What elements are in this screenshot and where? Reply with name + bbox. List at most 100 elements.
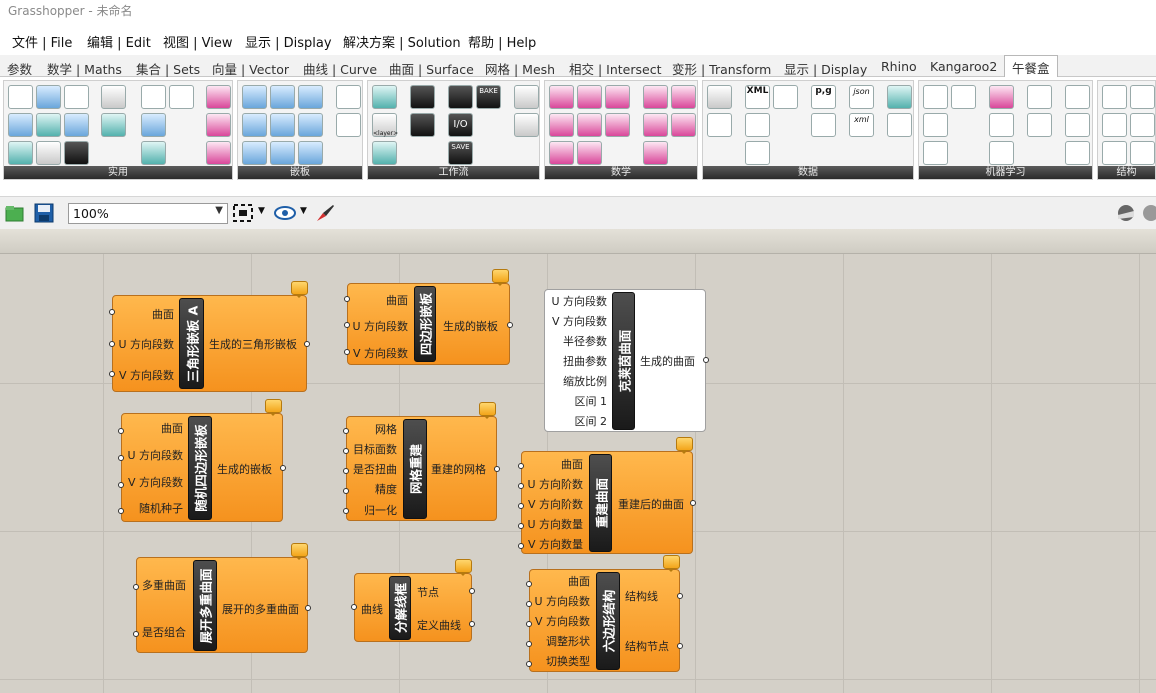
json-icon[interactable]: json (849, 85, 874, 109)
menu-display[interactable]: 显示 | Display (245, 32, 332, 51)
input-pin[interactable] (351, 604, 357, 610)
input-pin[interactable] (343, 468, 349, 474)
nodes-icon[interactable] (1027, 113, 1052, 137)
hex-struct-icon[interactable] (1102, 113, 1127, 137)
input-pin[interactable] (133, 584, 139, 590)
regression2-icon[interactable] (951, 85, 976, 109)
input-pin[interactable] (344, 349, 350, 355)
menu-file[interactable]: 文件 | File (12, 32, 72, 51)
save-icon[interactable]: SAVE (448, 141, 473, 165)
surface-icon[interactable] (36, 113, 61, 137)
torus-icon[interactable] (605, 85, 630, 109)
input-pin[interactable] (109, 309, 115, 315)
tab-intersect[interactable]: 相交 | Intersect (569, 59, 661, 78)
stagger-panel-icon[interactable] (298, 141, 323, 165)
bake-icon[interactable]: BAKE (476, 85, 501, 109)
pg-arrows-icon[interactable] (811, 113, 836, 137)
input-pin[interactable] (343, 428, 349, 434)
sketch-alt-icon[interactable] (1140, 203, 1156, 223)
output-pin[interactable] (677, 643, 683, 649)
x-icon[interactable] (514, 113, 539, 137)
klein-icon[interactable] (577, 141, 602, 165)
xml-out-icon[interactable]: XML (745, 85, 770, 109)
tab-sets[interactable]: 集合 | Sets (136, 59, 200, 78)
counter-icon[interactable] (141, 85, 166, 109)
tab-maths[interactable]: 数学 | Maths (47, 59, 122, 78)
save-file-icon[interactable] (33, 203, 55, 223)
input-pin[interactable] (118, 482, 124, 488)
spiral-icon[interactable] (605, 113, 630, 137)
linear-fit-icon[interactable] (923, 113, 948, 137)
io-icon[interactable]: I/O (448, 113, 473, 137)
tab-surface[interactable]: 曲面 | Surface (389, 59, 474, 78)
input-pin[interactable] (343, 508, 349, 514)
scatter-cluster-icon[interactable] (989, 141, 1014, 165)
output-pin[interactable] (703, 357, 709, 363)
menu-solution[interactable]: 解决方案 | Solution (343, 32, 461, 51)
layer-stack-icon[interactable] (372, 85, 397, 109)
ring-icon[interactable] (549, 141, 574, 165)
space-frame-icon[interactable] (1130, 141, 1155, 165)
table-numbers-icon[interactable] (707, 113, 732, 137)
x-up-dark-icon[interactable] (410, 113, 435, 137)
sphere-icon[interactable] (643, 85, 668, 109)
input-pin[interactable] (518, 523, 524, 529)
hex-panel-icon[interactable] (242, 113, 267, 137)
bar-chart-icon[interactable] (887, 85, 912, 109)
menu-view[interactable]: 视图 | View (163, 32, 233, 51)
input-pin[interactable] (344, 296, 350, 302)
points-icon[interactable] (64, 85, 89, 109)
checker-icon[interactable] (64, 141, 89, 165)
stack-arrow-icon[interactable] (372, 141, 397, 165)
hatch-icon[interactable] (101, 85, 126, 109)
tab-transform[interactable]: 变形 | Transform (672, 59, 771, 78)
output-pin[interactable] (677, 593, 683, 599)
dash-icon[interactable] (206, 85, 231, 109)
tab-display[interactable]: 显示 | Display (784, 59, 867, 78)
xml-arrow-icon[interactable] (745, 141, 770, 165)
input-pin[interactable] (526, 661, 532, 667)
preview-dropdown-icon[interactable]: ▼ (300, 206, 307, 216)
output-pin[interactable] (304, 341, 310, 347)
zoom-select[interactable]: 100% ▼ (68, 203, 228, 224)
octa-icon[interactable] (643, 113, 668, 137)
circle-points-icon[interactable] (206, 141, 231, 165)
tab-mesh[interactable]: 网格 | Mesh (485, 59, 555, 78)
diag-panel-icon[interactable] (270, 113, 295, 137)
input-pin[interactable] (526, 621, 532, 627)
tab-lunchbox[interactable]: 午餐盒 (1004, 55, 1058, 77)
x-up-icon[interactable] (514, 85, 539, 109)
sigmoid-icon[interactable] (923, 141, 948, 165)
tab-kangaroo2[interactable]: Kangaroo2 (930, 59, 997, 74)
star-surface-icon[interactable] (549, 85, 574, 109)
layers-icon[interactable] (36, 141, 61, 165)
dots-frame-icon[interactable] (336, 113, 361, 137)
xml-json-icon[interactable]: xml (849, 113, 874, 137)
preview-eye-icon[interactable] (274, 203, 296, 223)
lattice-icon[interactable] (1130, 113, 1155, 137)
dodeca-icon[interactable] (643, 141, 668, 165)
output-pin[interactable] (280, 465, 286, 471)
curve-icon[interactable] (8, 141, 33, 165)
input-pin[interactable] (133, 631, 139, 637)
tree-icon[interactable] (1027, 85, 1052, 109)
zoom-extents-dropdown-icon[interactable]: ▼ (258, 206, 265, 216)
tab-params[interactable]: 参数 (7, 59, 32, 78)
wedge-icon[interactable] (64, 113, 89, 137)
sketch-icon[interactable] (1115, 203, 1137, 223)
node-triangle-panels[interactable]: 曲面 U 方向段数 V 方向段数 三角形嵌板 A 生成的三角形嵌板 (109, 281, 310, 392)
diagrid-icon[interactable] (1130, 85, 1155, 109)
rand-panel-icon[interactable] (242, 141, 267, 165)
input-pin[interactable] (118, 508, 124, 514)
x-down-icon[interactable] (410, 85, 435, 109)
table-icon[interactable] (887, 113, 912, 137)
input-pin[interactable] (343, 488, 349, 494)
xml-in-icon[interactable] (745, 113, 770, 137)
input-pin[interactable] (118, 428, 124, 434)
grid-icon[interactable] (101, 113, 126, 137)
cross-struct-icon[interactable] (1102, 141, 1127, 165)
input-pin[interactable] (118, 455, 124, 461)
xml-tree-icon[interactable] (773, 85, 798, 109)
cone-icon[interactable] (577, 85, 602, 109)
box-icon[interactable] (36, 85, 61, 109)
